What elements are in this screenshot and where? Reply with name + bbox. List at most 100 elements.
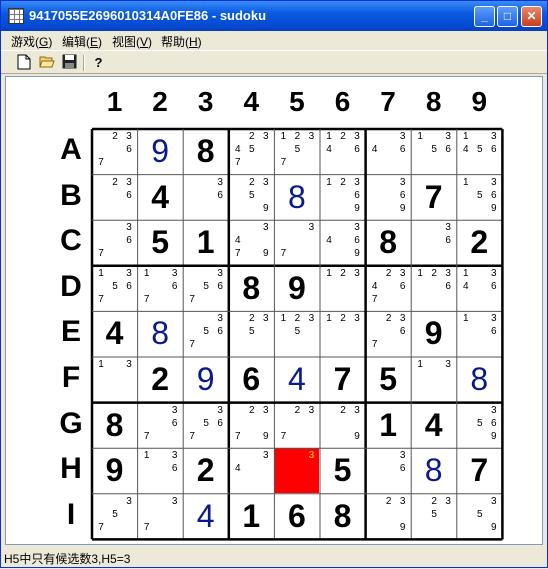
sudoku-cell[interactable]: 5 — [138, 220, 183, 265]
sudoku-cell[interactable]: 1236 — [411, 266, 456, 311]
sudoku-cell[interactable]: 235 — [229, 311, 274, 356]
new-icon[interactable] — [15, 54, 32, 71]
sudoku-cell[interactable]: 37 — [274, 220, 319, 265]
sudoku-cell[interactable]: 3 4 6 — [366, 129, 411, 174]
sudoku-cell[interactable]: 4 — [274, 357, 319, 402]
sudoku-cell[interactable]: 36 — [411, 220, 456, 265]
sudoku-cell[interactable]: 1 3569 — [457, 175, 502, 220]
sudoku-cell[interactable]: 36 — [183, 175, 228, 220]
given-digit: 2 — [151, 361, 169, 397]
sudoku-cell[interactable]: 8 — [366, 220, 411, 265]
menu-view[interactable]: 视图(V) — [112, 33, 152, 50]
sudoku-cell[interactable]: 3 4 69 — [320, 220, 365, 265]
maximize-button[interactable]: □ — [497, 6, 518, 27]
sudoku-cell[interactable]: 2 — [138, 357, 183, 402]
sudoku-cell[interactable]: 13 — [411, 357, 456, 402]
open-icon[interactable] — [38, 54, 55, 71]
sudoku-cell[interactable]: 235 — [411, 494, 456, 539]
sudoku-cell[interactable]: 1 356 — [411, 129, 456, 174]
sudoku-cell[interactable]: 359 — [457, 494, 502, 539]
sudoku-cell[interactable]: 23 4 6 7 — [366, 266, 411, 311]
sudoku-cell[interactable]: 356 7 — [183, 311, 228, 356]
sudoku-cell[interactable]: 2 — [457, 220, 502, 265]
sudoku-cell[interactable]: 2 — [183, 448, 228, 493]
sudoku-cell[interactable]: 34 — [229, 448, 274, 493]
save-icon[interactable] — [61, 54, 78, 71]
sudoku-cell[interactable]: 3 47 9 — [229, 220, 274, 265]
menu-game[interactable]: 游戏(G) — [11, 33, 52, 50]
sudoku-cell[interactable]: 12369 — [320, 175, 365, 220]
sudoku-cell[interactable]: 369 — [366, 175, 411, 220]
sudoku-cell[interactable]: 1 3 456 — [457, 129, 502, 174]
sudoku-cell[interactable]: 7 — [320, 357, 365, 402]
sudoku-cell[interactable]: 1 36 7 — [138, 266, 183, 311]
sudoku-cell[interactable]: 2359 — [229, 175, 274, 220]
sudoku-cell[interactable]: 4 — [183, 494, 228, 539]
sudoku-cell[interactable]: 2367 — [366, 311, 411, 356]
sudoku-cell[interactable]: 123 — [320, 266, 365, 311]
sudoku-cell[interactable]: 12357 — [274, 129, 319, 174]
sudoku-cell[interactable]: 8 — [138, 311, 183, 356]
sudoku-cell[interactable]: 1 356 7 — [92, 266, 137, 311]
sudoku-cell[interactable]: 9 — [183, 357, 228, 402]
sudoku-cell[interactable]: 23 457 — [229, 129, 274, 174]
help-icon[interactable]: ? — [90, 54, 107, 71]
sudoku-cell[interactable]: 23 7 9 — [229, 403, 274, 448]
sudoku-cell[interactable]: 23 7 — [274, 403, 319, 448]
sudoku-cell[interactable]: 13 — [92, 357, 137, 402]
sudoku-cell[interactable]: 8 — [411, 448, 456, 493]
sudoku-cell[interactable]: 357 — [92, 494, 137, 539]
sudoku-cell[interactable]: 8 — [320, 494, 365, 539]
sudoku-cell[interactable]: 6 — [229, 357, 274, 402]
sudoku-cell[interactable]: 6 — [274, 494, 319, 539]
sudoku-cell[interactable]: 1 — [366, 403, 411, 448]
candidate-digit: 6 — [399, 189, 406, 201]
sudoku-cell[interactable]: 356 7 — [183, 266, 228, 311]
sudoku-cell[interactable]: 7 — [411, 175, 456, 220]
sudoku-cell[interactable]: 236 — [92, 175, 137, 220]
sudoku-cell[interactable]: 8 — [183, 129, 228, 174]
candidate-digit: 6 — [171, 280, 178, 292]
sudoku-cell[interactable]: 8 — [457, 357, 502, 402]
sudoku-cell[interactable]: 2367 — [92, 129, 137, 174]
selected-cell[interactable]: 3 — [274, 448, 320, 494]
sudoku-cell[interactable]: 1 36 — [457, 311, 502, 356]
candidate-digit: 3 — [445, 359, 451, 370]
sudoku-cell[interactable]: 37 — [138, 494, 183, 539]
sudoku-cell[interactable]: 1 — [229, 494, 274, 539]
sudoku-cell[interactable]: 9 — [274, 266, 319, 311]
sudoku-cell[interactable]: 5 — [320, 448, 365, 493]
menu-edit[interactable]: 编辑(E) — [62, 33, 102, 50]
sudoku-cell[interactable]: 7 — [457, 448, 502, 493]
sudoku-cell[interactable]: 4 — [411, 403, 456, 448]
sudoku-cell[interactable]: 1235 — [274, 311, 319, 356]
candidate-digit: 7 — [98, 521, 104, 533]
sudoku-cell[interactable]: 8 — [274, 175, 319, 220]
sudoku-cell[interactable]: 8 — [229, 266, 274, 311]
candidate-digit: 2 — [385, 313, 392, 325]
candidate-digit: 4 — [371, 144, 378, 155]
sudoku-cell[interactable]: 9 — [411, 311, 456, 356]
sudoku-cell[interactable]: 9 — [138, 129, 183, 174]
sudoku-cell[interactable]: 8 — [92, 403, 137, 448]
menu-help[interactable]: 帮助(H) — [161, 33, 202, 50]
sudoku-cell[interactable]: 4 — [138, 175, 183, 220]
sudoku-cell[interactable]: 123 — [320, 311, 365, 356]
sudoku-cell[interactable]: 1 36 — [138, 448, 183, 493]
sudoku-cell[interactable]: 123 4 6 — [320, 129, 365, 174]
sudoku-cell[interactable]: 23 9 — [320, 403, 365, 448]
sudoku-cell[interactable]: 4 — [92, 311, 137, 356]
sudoku-cell[interactable]: 36 — [366, 448, 411, 493]
title-bar[interactable]: 9417055E2696010314A0FE86 - sudoku _ □ ✕ — [1, 1, 547, 31]
sudoku-cell[interactable]: 356 7 — [183, 403, 228, 448]
sudoku-cell[interactable]: 5 — [366, 357, 411, 402]
sudoku-cell[interactable]: 36 7 — [92, 220, 137, 265]
close-button[interactable]: ✕ — [521, 6, 542, 27]
sudoku-cell[interactable]: 23 9 — [366, 494, 411, 539]
sudoku-cell[interactable]: 3569 — [457, 403, 502, 448]
sudoku-cell[interactable]: 1 3 4 6 — [457, 266, 502, 311]
sudoku-cell[interactable]: 9 — [92, 448, 137, 493]
sudoku-cell[interactable]: 36 7 — [138, 403, 183, 448]
minimize-button[interactable]: _ — [474, 6, 495, 27]
sudoku-cell[interactable]: 1 — [183, 220, 228, 265]
